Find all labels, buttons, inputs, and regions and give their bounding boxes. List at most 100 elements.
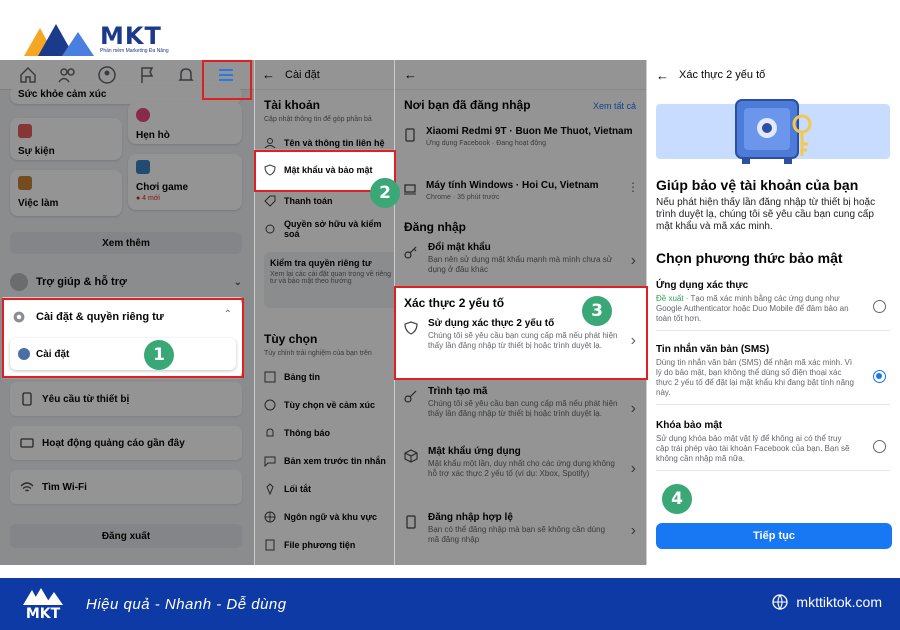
change-password-row[interactable]: Đổi mật khẩu Bạn nên sử dụng mật khẩu mạn… bbox=[404, 242, 639, 275]
device-row[interactable]: Máy tính Windows · Hoi Cu, Vietnam Chrome… bbox=[404, 180, 639, 201]
key-icon bbox=[404, 246, 417, 259]
cube-icon bbox=[404, 449, 418, 463]
step-badge: 1 bbox=[144, 340, 174, 370]
phone-icon bbox=[405, 128, 415, 142]
code-generator-row[interactable]: Trình tạo mã Chúng tôi sẽ yêu cầu bạn cun… bbox=[404, 386, 639, 419]
see-more-button[interactable]: Xem thêm bbox=[10, 232, 242, 254]
phone-icon bbox=[22, 392, 32, 406]
mkt-logo-icon bbox=[23, 588, 63, 605]
game-icon bbox=[136, 160, 150, 174]
profile-icon bbox=[264, 138, 276, 149]
more-options-icon[interactable]: ⋮ bbox=[627, 180, 639, 201]
shortcuts-item[interactable]: Lối tắt bbox=[264, 478, 394, 500]
menu-icon[interactable] bbox=[216, 65, 236, 85]
ad-activity-row[interactable]: Hoạt động quảng cáo gần đây bbox=[10, 426, 242, 460]
mkt-logo-icon bbox=[24, 24, 94, 56]
safe-icon bbox=[735, 99, 812, 164]
preferences-title: Tùy chọn bbox=[264, 332, 318, 346]
feed-icon bbox=[264, 371, 276, 383]
settings-panel: ← Cài đặt Tài khoản Cập nhật thông tin đ… bbox=[254, 60, 394, 565]
file-icon bbox=[265, 539, 275, 551]
message-preview-item[interactable]: Bản xem trước tin nhắn bbox=[264, 450, 394, 472]
highlight-twofa bbox=[394, 286, 648, 380]
slogan: Hiệu quả - Nhanh - Dễ dùng bbox=[86, 595, 287, 613]
bell-icon bbox=[266, 428, 274, 437]
sms-option[interactable]: Tin nhắn văn bản (SMS) Dùng tin nhắn văn… bbox=[656, 344, 890, 405]
back-arrow-icon[interactable]: ← bbox=[262, 67, 275, 82]
friends-icon[interactable] bbox=[57, 65, 77, 85]
privacy-checkup-box[interactable]: Kiểm tra quyền riêng tư Xem lại các cài … bbox=[264, 252, 394, 308]
question-icon bbox=[10, 273, 28, 291]
panel-divider bbox=[254, 60, 255, 565]
card-jobs[interactable]: Việc làm bbox=[10, 170, 122, 216]
logout-button[interactable]: Đăng xuất bbox=[10, 524, 242, 548]
settings-icon bbox=[265, 224, 275, 234]
bell-icon[interactable] bbox=[176, 65, 196, 85]
device-row[interactable]: Xiaomi Redmi 9T · Buon Me Thuot, Vietnam… bbox=[404, 126, 639, 147]
reactions-item[interactable]: Tùy chọn về cảm xúc bbox=[264, 394, 394, 416]
chevron-right-icon: › bbox=[630, 460, 636, 477]
flag-icon[interactable] bbox=[137, 65, 157, 85]
home-icon[interactable] bbox=[18, 65, 38, 85]
key-icon bbox=[404, 390, 417, 403]
login-title: Đăng nhập bbox=[404, 220, 466, 234]
mkt-logo: MKT Phần mềm Marketing Đa Năng bbox=[22, 20, 169, 58]
help-row[interactable]: Trợ giúp & hỗ trợ ⌄ bbox=[10, 268, 242, 296]
see-all-link[interactable]: Xem tất cả bbox=[593, 101, 636, 111]
language-item[interactable]: Ngôn ngữ và khu vực bbox=[264, 506, 394, 528]
reaction-icon bbox=[264, 399, 276, 411]
step-badge: 4 bbox=[662, 484, 692, 514]
laptop-icon bbox=[404, 184, 416, 195]
protect-account-heading: Giúp bảo vệ tài khoản của bạn bbox=[656, 177, 859, 193]
footer-logo: MKT bbox=[22, 586, 64, 622]
notifications-item[interactable]: Thông báo bbox=[264, 422, 394, 444]
find-wifi-row[interactable]: Tìm Wi-Fi bbox=[10, 470, 242, 504]
globe-icon bbox=[264, 511, 276, 523]
tag-icon bbox=[264, 195, 276, 207]
settings-header: ← Cài đặt bbox=[254, 60, 394, 90]
message-icon bbox=[264, 456, 276, 467]
security-key-option[interactable]: Khóa bảo mật Sử dụng khóa bảo mật vật lý… bbox=[656, 420, 890, 471]
radio-sms[interactable] bbox=[873, 370, 886, 383]
twofa-setup-header: ← Xác thực 2 yếu tố bbox=[656, 67, 766, 83]
chevron-right-icon: › bbox=[630, 252, 636, 269]
heart-icon bbox=[136, 108, 150, 122]
device-requests-row[interactable]: Yêu cầu từ thiết bị bbox=[10, 382, 242, 416]
intro-text: Nếu phát hiện thấy lần đăng nhập từ thiế… bbox=[656, 197, 876, 232]
ownership-item[interactable]: Quyền sở hữu và kiểm soá bbox=[264, 218, 394, 240]
account-title: Tài khoản bbox=[264, 98, 321, 112]
continue-button[interactable]: Tiếp tục bbox=[656, 523, 892, 549]
news-feed-item[interactable]: Bảng tin bbox=[264, 366, 394, 388]
logged-in-title: Nơi bạn đã đăng nhập bbox=[404, 98, 531, 112]
chevron-right-icon: › bbox=[630, 400, 636, 417]
preferences-subtitle: Tùy chỉnh trải nghiệm của bạn trên bbox=[264, 350, 372, 357]
pin-icon bbox=[266, 483, 274, 495]
back-arrow-icon[interactable]: ← bbox=[656, 68, 669, 83]
saved-login-row[interactable]: Đăng nhập hợp lệ Bạn có thể đăng nhập mà … bbox=[404, 512, 639, 545]
choose-method-heading: Chọn phương thức bảo mật bbox=[656, 250, 843, 266]
globe-icon bbox=[772, 594, 789, 610]
back-arrow-icon[interactable]: ← bbox=[404, 67, 417, 82]
briefcase-icon bbox=[18, 176, 32, 190]
wifi-icon bbox=[20, 482, 34, 492]
security-header: ← bbox=[394, 60, 646, 90]
groups-icon[interactable] bbox=[97, 65, 117, 85]
website[interactable]: mkttiktok.com bbox=[772, 594, 882, 610]
calendar-icon bbox=[18, 124, 32, 138]
app-password-row[interactable]: Mật khẩu ứng dụng Mật khẩu một lần, duy n… bbox=[404, 446, 639, 479]
radio-auth-app[interactable] bbox=[873, 300, 886, 313]
ad-icon bbox=[20, 438, 34, 448]
account-subtitle: Cập nhật thông tin để góp phần bả bbox=[264, 116, 372, 123]
auth-app-option[interactable]: Ứng dụng xác thực Đề xuất · Tạo mã xác m… bbox=[656, 280, 890, 331]
chevron-down-icon: ⌄ bbox=[233, 276, 242, 288]
brand-footer: MKT Hiệu quả - Nhanh - Dễ dùng mkttiktok… bbox=[0, 578, 900, 630]
logo-word: MKT bbox=[100, 22, 162, 50]
radio-security-key[interactable] bbox=[873, 440, 886, 453]
card-events[interactable]: Sự kiện bbox=[10, 118, 122, 160]
media-item[interactable]: File phương tiện bbox=[264, 534, 394, 556]
step-badge: 2 bbox=[370, 178, 400, 208]
card-dating[interactable]: Hẹn hò bbox=[128, 102, 242, 144]
card-gaming[interactable]: Chơi game ● 4 mới bbox=[128, 154, 242, 210]
logo-tagline: Phần mềm Marketing Đa Năng bbox=[100, 48, 169, 54]
step-badge: 3 bbox=[582, 296, 612, 326]
